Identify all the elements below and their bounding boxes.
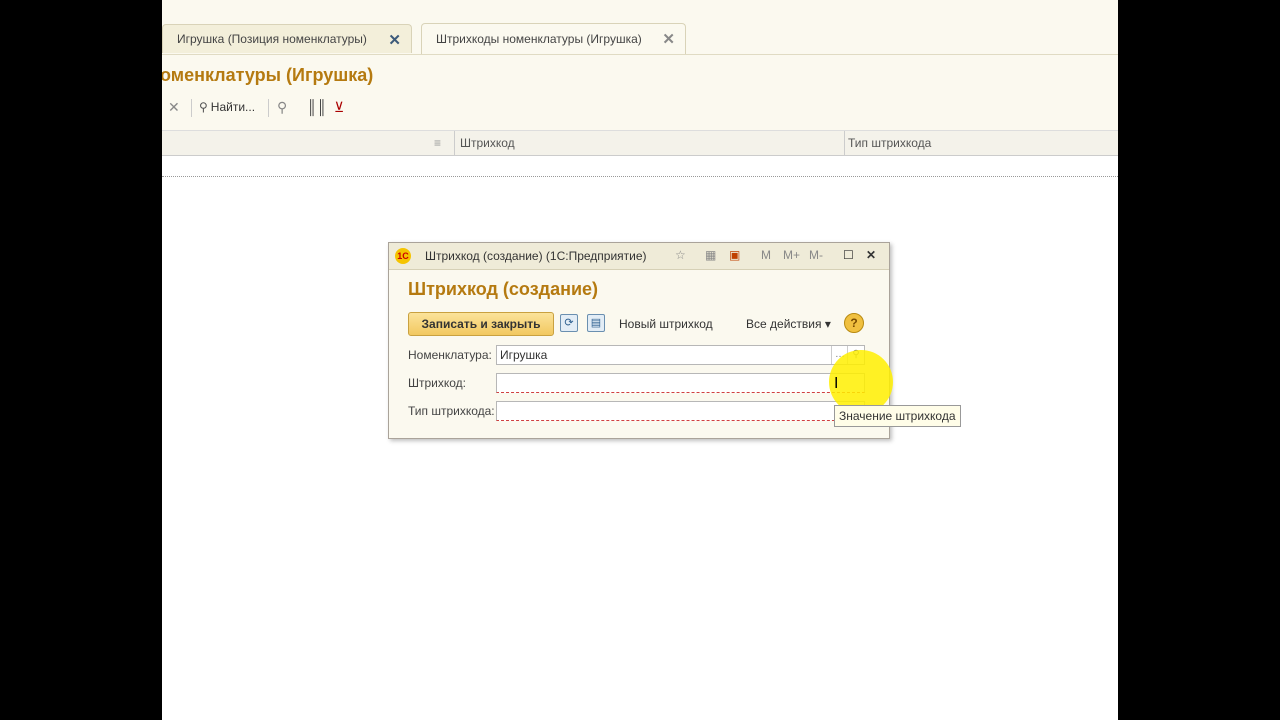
table-header: ≡ Штрихкод Тип штрихкода — [162, 130, 1118, 156]
close-icon[interactable]: ✕ — [866, 248, 876, 262]
help-icon[interactable]: ? — [844, 313, 864, 333]
toolbar-separator — [268, 99, 269, 117]
barcode-type-input[interactable] — [496, 401, 865, 421]
text-cursor-icon: I — [834, 374, 839, 392]
all-actions-menu[interactable]: Все действия ▾ — [746, 317, 831, 331]
field-label-nomenclature: Номенклатура: — [408, 348, 492, 362]
close-icon[interactable]: ✕ — [388, 31, 401, 49]
save-icon[interactable]: ▤ — [587, 314, 605, 332]
refresh-icon[interactable]: ⟳ — [560, 314, 578, 332]
column-divider — [844, 131, 845, 155]
memory-plus-button[interactable]: M+ — [783, 248, 800, 262]
column-divider — [454, 131, 455, 155]
tooltip: Значение штрихкода — [834, 405, 961, 427]
tab-barcodes[interactable]: Штрихкоды номенклатуры (Игрушка) ✕ — [421, 23, 686, 54]
filter-icon[interactable]: ≡ — [434, 136, 441, 150]
tab-bar: Игрушка (Позиция номенклатуры) ✕ Штрихко… — [162, 0, 1118, 55]
column-barcode[interactable]: Штрихкод — [460, 136, 515, 150]
nomenclature-value: Игрушка — [500, 348, 548, 362]
toolbar-separator — [191, 99, 192, 117]
nomenclature-field[interactable]: Игрушка … ⚲ — [496, 345, 865, 365]
list-row-placeholder — [162, 176, 1118, 177]
list-form: оменклатуры (Игрушка) ✕ ⚲ Найти... ⚲ ║║ … — [162, 55, 1118, 130]
memory-m-button[interactable]: M — [761, 248, 771, 262]
new-barcode-button[interactable]: Новый штрихкод — [619, 317, 713, 331]
barcode-input[interactable] — [496, 373, 865, 393]
clear-filter-icon[interactable]: ⊻ — [334, 99, 344, 116]
chevron-down-icon: ▾ — [824, 317, 831, 331]
cancel-search-icon[interactable]: ⚲ — [277, 99, 287, 116]
barcode-create-dialog: 1С Штрихкод (создание) (1С:Предприятие) … — [388, 242, 890, 439]
memory-minus-button[interactable]: M- — [809, 248, 823, 262]
delete-icon[interactable]: ✕ — [168, 99, 180, 116]
all-actions-label: Все действия — [746, 317, 822, 331]
close-icon[interactable]: ✕ — [662, 30, 675, 48]
tab-label: Штрихкоды номенклатуры (Игрушка) — [436, 32, 642, 46]
field-label-barcode-type: Тип штрихкода: — [408, 404, 495, 418]
magnifier-icon: ⚲ — [199, 100, 208, 114]
maximize-icon[interactable]: ☐ — [843, 248, 854, 262]
tab-item-position[interactable]: Игрушка (Позиция номенклатуры) ✕ — [162, 24, 412, 53]
page-title: оменклатуры (Игрушка) — [162, 65, 374, 85]
field-label-barcode: Штрихкод: — [408, 376, 467, 390]
calendar-icon[interactable]: ▣ — [729, 248, 740, 262]
barcode-icon[interactable]: ║║ — [307, 99, 327, 115]
dialog-title: Штрихкод (создание) (1С:Предприятие) — [425, 249, 647, 263]
favorite-icon[interactable]: ☆ — [675, 248, 686, 262]
column-barcode-type[interactable]: Тип штрихкода — [848, 136, 931, 150]
1c-logo-icon: 1С — [395, 248, 411, 264]
calculator-icon[interactable]: ▦ — [705, 248, 716, 262]
dialog-titlebar: 1С Штрихкод (создание) (1С:Предприятие) … — [389, 243, 889, 270]
tab-label: Игрушка (Позиция номенклатуры) — [177, 32, 367, 46]
find-button[interactable]: ⚲ Найти... — [199, 100, 255, 114]
save-and-close-button[interactable]: Записать и закрыть — [408, 312, 554, 336]
dialog-heading: Штрихкод (создание) — [408, 279, 599, 299]
find-label: Найти... — [210, 100, 256, 114]
